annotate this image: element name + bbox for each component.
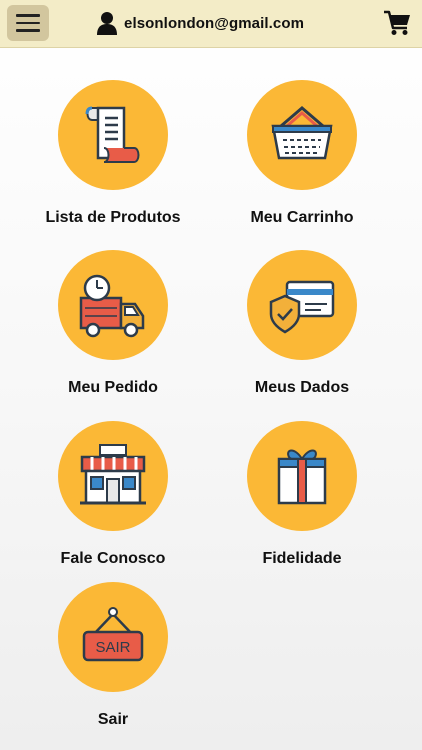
menu-item-meu-carrinho[interactable]: Meu Carrinho [207, 80, 397, 240]
delivery-truck-icon [79, 274, 145, 338]
menu-item-sair[interactable]: SAIR Sair [18, 582, 208, 742]
shopping-cart-icon[interactable] [383, 9, 411, 37]
storefront-icon [80, 444, 146, 505]
menu-item-label: Meu Pedido [68, 379, 158, 396]
user-email: elsonlondon@gmail.com [124, 14, 305, 32]
sign-text: SAIR [95, 639, 130, 656]
menu-item-lista-de-produtos[interactable]: Lista de Produtos [18, 80, 208, 240]
basket-icon [271, 106, 333, 160]
menu-item-label: Sair [97, 711, 129, 728]
top-bar: elsonlondon@gmail.com [0, 0, 422, 48]
sign-icon: SAIR [82, 607, 144, 662]
menu-item-circle [58, 80, 168, 190]
user-info: elsonlondon@gmail.com [96, 10, 304, 36]
receipt-list-icon [85, 106, 140, 163]
menu-item-circle [58, 250, 168, 360]
menu-item-circle [247, 80, 357, 190]
menu-item-circle [247, 250, 357, 360]
menu-item-meu-pedido[interactable]: Meu Pedido [18, 250, 208, 410]
person-icon [97, 12, 117, 35]
menu-button[interactable] [7, 5, 49, 41]
menu-item-fale-conosco[interactable]: Fale Conosco [18, 421, 208, 581]
menu-item-circle [247, 421, 357, 531]
menu-item-label: Fidelidade [262, 550, 342, 567]
menu-item-fidelidade[interactable]: Fidelidade [207, 421, 397, 581]
menu-item-label: Lista de Produtos [45, 209, 181, 226]
menu-item-meus-dados[interactable]: Meus Dados [207, 250, 397, 410]
hamburger-icon-line [16, 21, 40, 25]
menu-item-circle: SAIR [58, 582, 168, 692]
card-shield-icon [269, 280, 335, 334]
menu-item-label: Fale Conosco [60, 550, 166, 567]
menu-item-label: Meus Dados [254, 379, 350, 396]
gift-icon [277, 449, 327, 505]
hamburger-icon-line [16, 29, 40, 32]
menu-item-label: Meu Carrinho [250, 209, 354, 226]
hamburger-icon-line [16, 14, 40, 17]
menu-item-circle [58, 421, 168, 531]
